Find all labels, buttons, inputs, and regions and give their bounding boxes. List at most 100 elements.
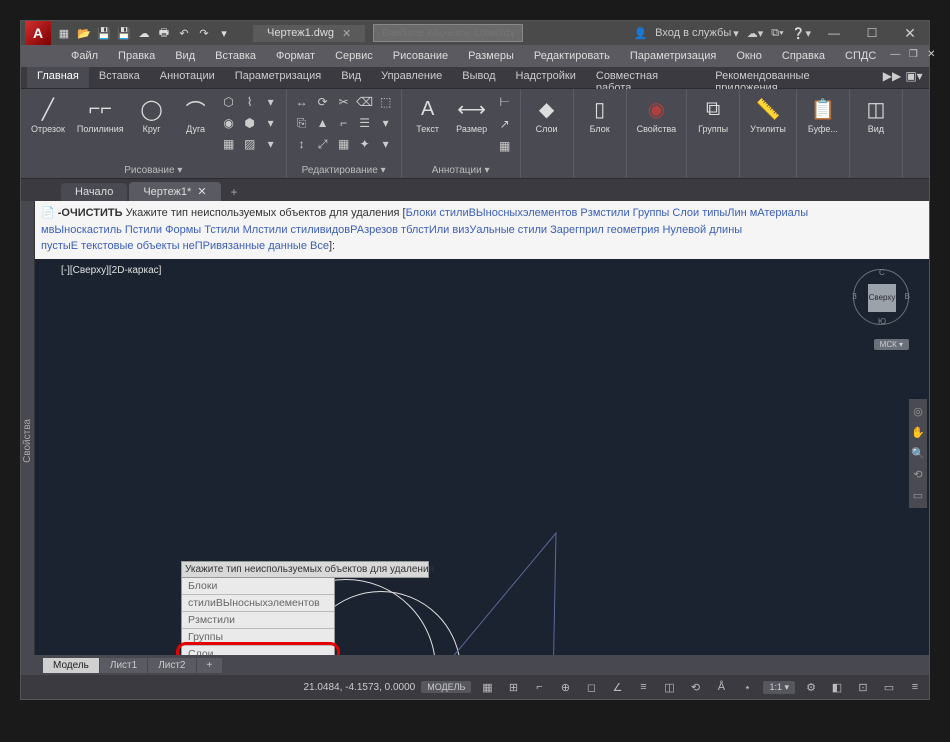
- menu-draw[interactable]: Рисование: [383, 45, 458, 67]
- drawing-canvas[interactable]: Свойства [-][Сверху][2D-каркас] Y Укажит…: [21, 259, 929, 656]
- mod-s2-icon[interactable]: ☰: [356, 114, 374, 132]
- popup-item[interactable]: стилиВЫносныхэлементов: [182, 595, 334, 612]
- doc-min-button[interactable]: —: [886, 45, 904, 63]
- scale-readout[interactable]: 1:1 ▾: [763, 681, 795, 694]
- draw-sm7-icon[interactable]: ▦: [220, 135, 238, 153]
- mod-scale-icon[interactable]: ⤢: [314, 135, 332, 153]
- hardware-icon[interactable]: ⊡: [853, 677, 873, 697]
- mod-mirror-icon[interactable]: ▲: [314, 114, 332, 132]
- anno-s2-icon[interactable]: ↗: [496, 115, 514, 133]
- close-button[interactable]: ✕: [895, 23, 925, 43]
- app-logo[interactable]: A: [25, 21, 51, 45]
- rtab-view[interactable]: Вид: [331, 67, 371, 88]
- layout-tab-add[interactable]: +: [197, 658, 223, 673]
- draw-sm8-icon[interactable]: ▨: [241, 135, 259, 153]
- lineweight-icon[interactable]: ≡: [633, 677, 653, 697]
- popup-item[interactable]: Слои: [182, 646, 334, 656]
- app-icon[interactable]: ⧉▾: [771, 27, 783, 40]
- text-button[interactable]: AТекст: [408, 93, 448, 137]
- nav-pan-icon[interactable]: ✋: [911, 426, 925, 439]
- osnap-icon[interactable]: ◻: [581, 677, 601, 697]
- qat-undo-icon[interactable]: ↶: [175, 24, 193, 42]
- menu-service[interactable]: Сервис: [325, 45, 383, 67]
- draw-sm4-icon[interactable]: ◉: [220, 114, 238, 132]
- draw-sm6-icon[interactable]: ▾: [262, 114, 280, 132]
- dim-button[interactable]: ⟷Размер: [452, 93, 492, 137]
- annovis-icon[interactable]: ⋆: [737, 677, 757, 697]
- tab-close-icon[interactable]: ✕: [197, 185, 206, 198]
- menu-modify[interactable]: Редактировать: [524, 45, 620, 67]
- search-input[interactable]: [373, 24, 523, 42]
- nav-orbit-icon[interactable]: ⟲: [913, 468, 922, 481]
- nav-zoom-icon[interactable]: 🔍: [911, 447, 925, 460]
- ribbon-collapse-icon[interactable]: ▣▾: [905, 67, 923, 85]
- minimize-button[interactable]: —: [819, 23, 849, 43]
- block-button[interactable]: ▯Блок: [580, 93, 620, 137]
- grid-icon[interactable]: ▦: [477, 677, 497, 697]
- mod-move-icon[interactable]: ↔: [293, 93, 311, 111]
- rtab-addons[interactable]: Надстройки: [506, 67, 586, 88]
- menu-insert[interactable]: Вставка: [205, 45, 266, 67]
- gear-icon[interactable]: ⚙: [801, 677, 821, 697]
- view-button[interactable]: ◫Вид: [856, 93, 896, 137]
- qat-new-icon[interactable]: ▦: [55, 24, 73, 42]
- polyline-button[interactable]: ⌐⌐Полилиния: [73, 93, 128, 137]
- rtab-param[interactable]: Параметризация: [225, 67, 331, 88]
- mod-s1-icon[interactable]: ⬚: [377, 93, 395, 111]
- anno-s1-icon[interactable]: ⊢: [496, 93, 514, 111]
- mod-array-icon[interactable]: ▦: [335, 135, 353, 153]
- circle-button[interactable]: ◯Круг: [132, 93, 172, 137]
- file-tab[interactable]: Чертеж1.dwg✕: [253, 25, 365, 42]
- utils-button[interactable]: 📏Утилиты: [746, 93, 790, 137]
- draw-sm5-icon[interactable]: ⬢: [241, 114, 259, 132]
- rtab-recommend[interactable]: Рекомендованные приложения: [705, 67, 883, 88]
- viewport-label[interactable]: [-][Сверху][2D-каркас]: [61, 265, 161, 276]
- groups-button[interactable]: ⧉Группы: [693, 93, 733, 137]
- qat-save-icon[interactable]: 💾: [95, 24, 113, 42]
- mod-s4-icon[interactable]: ▾: [377, 135, 395, 153]
- mod-trim-icon[interactable]: ✂: [335, 93, 353, 111]
- clean-icon[interactable]: ▭: [879, 677, 899, 697]
- popup-item[interactable]: Блоки: [182, 578, 334, 595]
- menu-view[interactable]: Вид: [165, 45, 205, 67]
- menu-format[interactable]: Формат: [266, 45, 325, 67]
- ortho-icon[interactable]: ⌐: [529, 677, 549, 697]
- mod-erase-icon[interactable]: ⌫: [356, 93, 374, 111]
- help-icon[interactable]: ❔▾: [792, 27, 811, 40]
- menu-param[interactable]: Параметризация: [620, 45, 726, 67]
- rtab-insert[interactable]: Вставка: [89, 67, 150, 88]
- qat-open-icon[interactable]: 📂: [75, 24, 93, 42]
- cmd-sidebar[interactable]: [21, 201, 35, 259]
- customize-icon[interactable]: ≡: [905, 677, 925, 697]
- cloud-icon[interactable]: ☁▾: [747, 27, 764, 40]
- login-button[interactable]: Вход в службы ▾: [655, 27, 739, 40]
- layers-button[interactable]: ◆Слои: [527, 93, 567, 137]
- command-line[interactable]: 📄 -ОЧИСТИТЬ Укажите тип неиспользуемых о…: [35, 201, 929, 259]
- layout-tab-2[interactable]: Лист2: [148, 658, 195, 673]
- arc-button[interactable]: ⌒Дуга: [176, 93, 216, 137]
- model-space-toggle[interactable]: МОДЕЛЬ: [421, 681, 471, 693]
- mck-button[interactable]: МСК ▾: [874, 339, 909, 350]
- draw-sm2-icon[interactable]: ⌇: [241, 93, 259, 111]
- nav-wheel-icon[interactable]: ◎: [913, 405, 923, 418]
- panel-draw-title[interactable]: Рисование ▾: [27, 163, 280, 178]
- menu-window[interactable]: Окно: [726, 45, 772, 67]
- qat-cloud-icon[interactable]: ☁: [135, 24, 153, 42]
- menu-dims[interactable]: Размеры: [458, 45, 524, 67]
- menu-spds[interactable]: СПДС: [835, 45, 886, 67]
- rtab-collab[interactable]: Совместная работа: [586, 67, 705, 88]
- qat-dropdown-icon[interactable]: ▾: [215, 24, 233, 42]
- mod-rotate-icon[interactable]: ⟳: [314, 93, 332, 111]
- layout-tab-1[interactable]: Лист1: [100, 658, 147, 673]
- panel-edit-title[interactable]: Редактирование ▾: [293, 163, 395, 178]
- snap-icon[interactable]: ⊞: [503, 677, 523, 697]
- menu-help[interactable]: Справка: [772, 45, 835, 67]
- draw-sm9-icon[interactable]: ▾: [262, 135, 280, 153]
- popup-item[interactable]: Группы: [182, 629, 334, 646]
- isolate-icon[interactable]: ◧: [827, 677, 847, 697]
- qat-saveas-icon[interactable]: 💾: [115, 24, 133, 42]
- polar-icon[interactable]: ⊕: [555, 677, 575, 697]
- panel-anno-title[interactable]: Аннотации ▾: [408, 163, 514, 178]
- otrack-icon[interactable]: ∠: [607, 677, 627, 697]
- mod-fillet-icon[interactable]: ⌐: [335, 114, 353, 132]
